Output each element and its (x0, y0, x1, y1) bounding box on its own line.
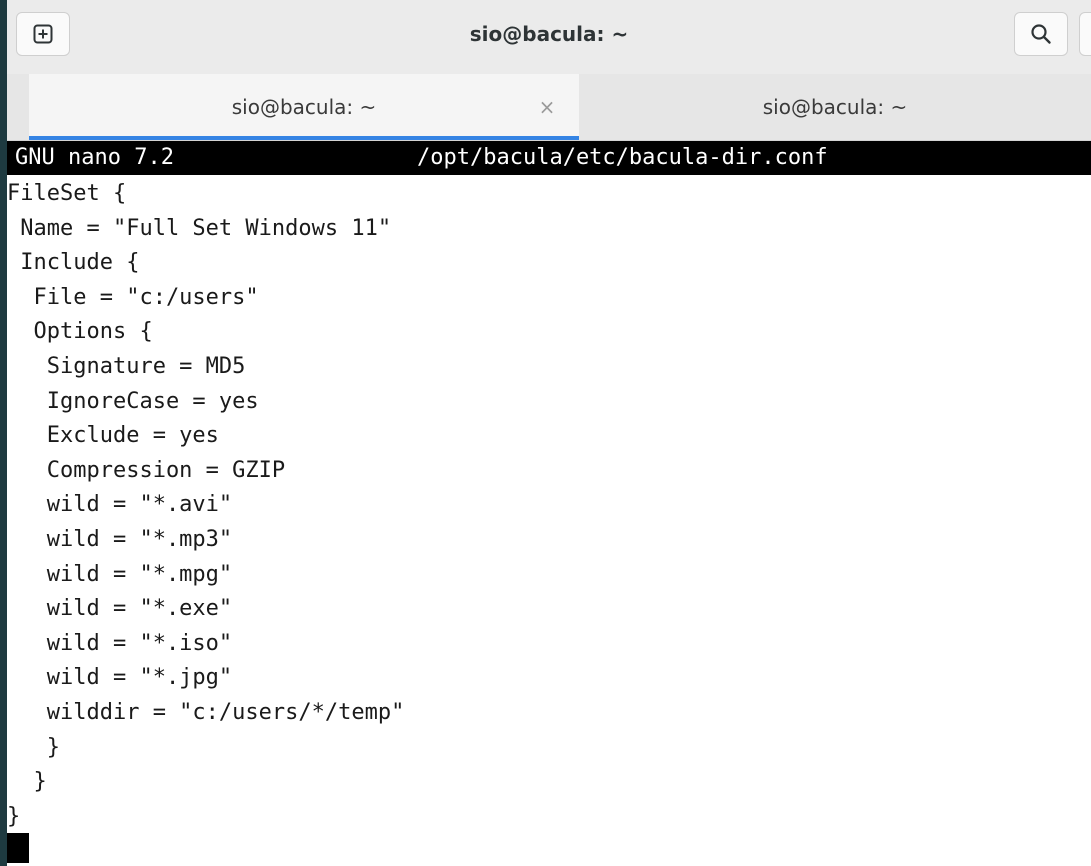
nano-title-bar: GNU nano 7.2 /opt/bacula/etc/bacula-dir.… (7, 141, 1091, 175)
code-line: wild = "*.exe" (7, 596, 233, 622)
code-line: wild = "*.avi" (7, 492, 233, 518)
code-line: } (7, 803, 21, 829)
magnifier-icon (1031, 24, 1051, 44)
close-icon[interactable]: × (532, 92, 562, 122)
code-line: wild = "*.mp3" (7, 526, 233, 552)
code-line: wild = "*.mpg" (7, 561, 233, 587)
tab-terminal-2[interactable]: sio@bacula: ~ (579, 74, 1091, 140)
terminal-area[interactable]: GNU nano 7.2 /opt/bacula/etc/bacula-dir.… (7, 141, 1091, 866)
code-line: wild = "*.jpg" (7, 665, 233, 691)
code-line: } (7, 769, 47, 795)
menu-button[interactable] (1079, 12, 1091, 56)
nano-version: GNU nano 7.2 (15, 145, 174, 170)
search-button[interactable] (1014, 12, 1068, 56)
code-line: FileSet { (7, 181, 127, 206)
code-line: Compression = GZIP (7, 457, 286, 483)
plus-in-square-icon (33, 24, 53, 44)
code-line: Exclude = yes (7, 423, 219, 449)
tab-terminal-1[interactable]: sio@bacula: ~ × (29, 74, 579, 140)
terminal-window: sio@bacula: ~ sio@bacula: ~ × sio@bacula… (7, 0, 1091, 866)
new-tab-button[interactable] (16, 12, 70, 56)
code-line: Signature = MD5 (7, 353, 246, 379)
file-content[interactable]: FileSet { Name = "Full Set Windows 11" I… (7, 177, 1091, 834)
desktop-edge (0, 0, 7, 866)
code-line: wild = "*.iso" (7, 630, 233, 656)
code-line: Include { (7, 250, 140, 276)
code-line: File = "c:/users" (7, 284, 259, 310)
nano-filename: /opt/bacula/etc/bacula-dir.conf (417, 145, 828, 170)
code-line: wilddir = "c:/users/*/temp" (7, 699, 405, 725)
window-title: sio@bacula: ~ (469, 22, 629, 46)
code-line: Name = "Full Set Windows 11" (7, 215, 392, 241)
text-cursor (7, 833, 29, 863)
tab-label: sio@bacula: ~ (762, 95, 908, 119)
tab-label: sio@bacula: ~ (231, 95, 377, 119)
code-line: IgnoreCase = yes (7, 388, 259, 414)
active-tab-indicator (29, 136, 579, 140)
header-bar: sio@bacula: ~ (7, 0, 1091, 74)
code-line: Options { (7, 319, 153, 345)
code-line: } (7, 734, 60, 760)
tab-bar: sio@bacula: ~ × sio@bacula: ~ (7, 74, 1091, 141)
